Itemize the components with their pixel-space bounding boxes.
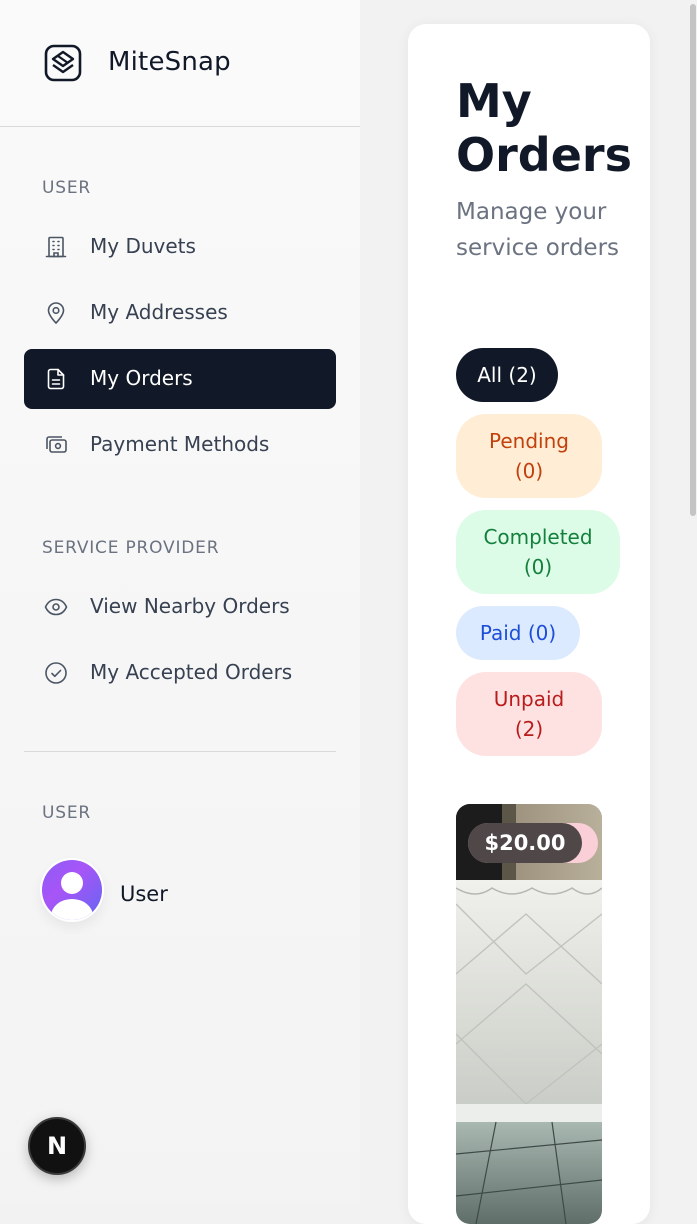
user-name: User — [120, 882, 168, 906]
order-price: $20.00 — [468, 823, 582, 863]
filter-label: All (2) — [477, 363, 537, 387]
eye-icon — [44, 598, 68, 616]
wallet-icon — [46, 436, 67, 453]
filter-count: (0) — [523, 555, 553, 579]
filter-unpaid[interactable]: Unpaid (2) — [456, 672, 602, 756]
price-tag: $20.00 — [468, 823, 598, 863]
orders-panel: My Orders Manage your service orders All… — [408, 24, 650, 1224]
sidebar-item-label: View Nearby Orders — [90, 594, 290, 618]
sidebar-item-label: My Orders — [90, 366, 193, 390]
check-circle-icon — [45, 662, 67, 684]
file-text-icon — [47, 368, 65, 390]
map-pin-icon — [47, 302, 65, 324]
brand-name[interactable]: MiteSnap — [108, 47, 231, 77]
filter-paid[interactable]: Paid (0) — [456, 606, 580, 660]
sidebar-item-my-duvets[interactable]: My Duvets — [24, 217, 336, 277]
sidebar-divider — [24, 751, 336, 752]
user-avatar-icon — [51, 872, 93, 920]
scrollbar-thumb[interactable] — [690, 4, 696, 516]
dev-tools-badge[interactable]: N — [28, 1117, 86, 1175]
sidebar-item-my-orders[interactable]: My Orders — [24, 349, 336, 409]
duvet-photo — [456, 804, 602, 1224]
brand-header: MiteSnap — [0, 0, 360, 127]
user-section-label: USER — [42, 178, 91, 198]
sidebar-item-payment-methods[interactable]: Payment Methods — [24, 415, 336, 475]
building-icon — [45, 236, 67, 258]
filter-completed[interactable]: Completed (0) — [456, 510, 620, 594]
page-subtitle: Manage your service orders — [456, 199, 620, 261]
filter-label: Pending — [489, 429, 569, 453]
filter-all[interactable]: All (2) — [456, 348, 558, 402]
account-section-label: USER — [42, 803, 91, 823]
sidebar-item-my-accepted-orders[interactable]: My Accepted Orders — [24, 643, 336, 703]
dev-tools-letter: N — [46, 1132, 68, 1160]
filter-count: (0) — [514, 459, 544, 483]
sidebar: MiteSnap USER My Duvets My Addresses My … — [0, 0, 360, 1203]
sidebar-item-label: My Addresses — [90, 300, 228, 324]
sidebar-item-my-addresses[interactable]: My Addresses — [24, 283, 336, 343]
sidebar-item-label: My Accepted Orders — [90, 660, 293, 684]
filter-count: (2) — [514, 717, 544, 741]
page-title: My Orders — [456, 74, 632, 182]
filter-label: Paid (0) — [479, 621, 557, 645]
filter-label: Unpaid — [493, 687, 565, 711]
layers-logo-icon[interactable] — [44, 44, 82, 82]
sidebar-item-view-nearby-orders[interactable]: View Nearby Orders — [24, 577, 336, 637]
order-card[interactable]: $20.00 — [456, 804, 602, 1224]
page-scrollbar[interactable] — [688, 0, 697, 1203]
service-provider-section-label: SERVICE PROVIDER — [42, 538, 220, 558]
sidebar-item-label: Payment Methods — [90, 432, 270, 456]
avatar — [40, 858, 104, 922]
filter-pending[interactable]: Pending (0) — [456, 414, 602, 498]
filter-label: Completed — [483, 525, 593, 549]
user-profile[interactable]: User — [40, 858, 340, 930]
sidebar-item-label: My Duvets — [90, 234, 196, 258]
